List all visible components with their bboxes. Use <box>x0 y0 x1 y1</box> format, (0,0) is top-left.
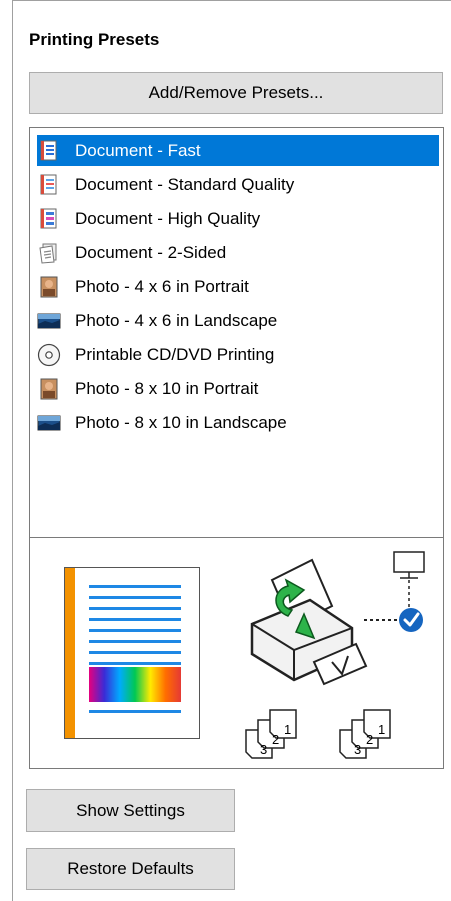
show-settings-button[interactable]: Show Settings <box>26 789 235 832</box>
preset-label: Printable CD/DVD Printing <box>75 344 275 364</box>
document-fast-icon <box>37 139 61 163</box>
settings-preview-area: 3 2 1 3 2 1 <box>29 537 444 769</box>
photo-landscape-icon <box>37 309 61 333</box>
document-high-quality-icon <box>37 207 61 231</box>
preset-item-document-standard[interactable]: Document - Standard Quality <box>37 169 439 200</box>
svg-text:2: 2 <box>366 732 373 747</box>
svg-text:1: 1 <box>378 722 385 737</box>
svg-text:3: 3 <box>260 742 267 757</box>
presets-list[interactable]: Document - Fast Document - Standard Qual… <box>29 127 444 538</box>
preset-label: Document - High Quality <box>75 208 261 228</box>
preset-item-document-high-quality[interactable]: Document - High Quality <box>37 203 439 234</box>
preset-item-photo-4x6-landscape[interactable]: Photo - 4 x 6 in Landscape <box>37 305 439 336</box>
preset-label: Document - Fast <box>75 140 201 160</box>
preset-item-document-2-sided[interactable]: Document - 2-Sided <box>37 237 439 268</box>
document-standard-icon <box>37 173 61 197</box>
cd-dvd-icon <box>37 343 61 367</box>
preset-item-photo-4x6-portrait[interactable]: Photo - 4 x 6 in Portrait <box>37 271 439 302</box>
printer-icon <box>250 558 368 686</box>
preset-label: Document - 2-Sided <box>75 242 227 262</box>
preset-item-cd-dvd[interactable]: Printable CD/DVD Printing <box>37 339 439 370</box>
preset-label: Document - Standard Quality <box>75 174 295 194</box>
photo-portrait-icon <box>37 275 61 299</box>
preset-label: Photo - 4 x 6 in Portrait <box>75 276 249 296</box>
svg-text:3: 3 <box>354 742 361 757</box>
panel-title: Printing Presets <box>29 30 160 49</box>
svg-text:2: 2 <box>272 732 279 747</box>
page-order-icon: 3 2 1 <box>339 709 391 759</box>
preset-label: Photo - 8 x 10 in Landscape <box>75 412 287 432</box>
restore-defaults-button[interactable]: Restore Defaults <box>26 848 235 890</box>
preset-label: Photo - 8 x 10 in Portrait <box>75 378 259 398</box>
add-remove-presets-button[interactable]: Add/Remove Presets... <box>29 72 443 114</box>
preset-item-document-fast[interactable]: Document - Fast <box>37 135 439 166</box>
document-preview-icon <box>64 567 200 739</box>
svg-text:1: 1 <box>284 722 291 737</box>
page-order-icon: 3 2 1 <box>245 709 297 759</box>
preset-label: Photo - 4 x 6 in Landscape <box>75 310 278 330</box>
photo-landscape-icon <box>37 411 61 435</box>
connection-status-icon <box>364 551 425 632</box>
document-2-sided-icon <box>37 241 61 265</box>
panel-left-border <box>12 0 13 901</box>
preset-item-photo-8x10-portrait[interactable]: Photo - 8 x 10 in Portrait <box>37 373 439 404</box>
photo-portrait-icon <box>37 377 61 401</box>
panel-top-border <box>12 0 451 1</box>
preset-item-photo-8x10-landscape[interactable]: Photo - 8 x 10 in Landscape <box>37 407 439 438</box>
